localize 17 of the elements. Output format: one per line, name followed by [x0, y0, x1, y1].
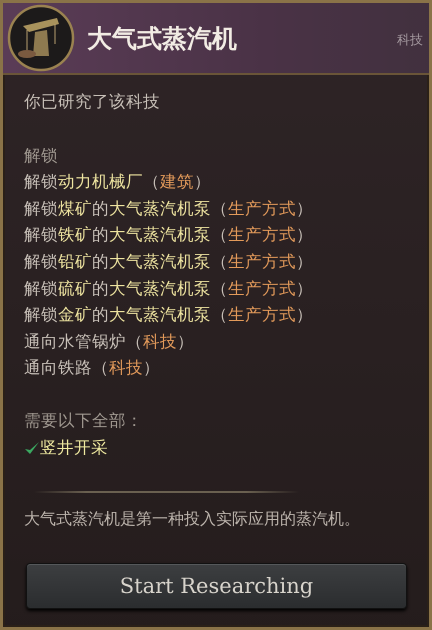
section-heading: 需要以下全部：: [24, 410, 144, 432]
unlock-line: 解锁硫矿的大气蒸汽机泵（生产方式）: [24, 278, 314, 300]
description-text: 大气式蒸汽机是第一种投入实际应用的蒸汽机。: [24, 508, 361, 530]
unlock-line: 通向水管锅炉（科技）: [24, 330, 195, 353]
unlock-line: 解锁铅矿的大气蒸汽机泵（生产方式）: [24, 250, 314, 273]
section-heading: 解锁: [24, 144, 59, 167]
unlock-line: 通向铁路（科技）: [24, 357, 161, 380]
unlock-line: 解锁动力机械厂（建筑）: [24, 171, 212, 194]
tooltip-title: 大气式蒸汽机: [87, 22, 238, 54]
category-label: 科技: [397, 32, 423, 49]
status-text: 你已研究了该科技: [24, 91, 161, 113]
steam-engine-emblem-icon: [7, 4, 75, 72]
unlock-line: 解锁煤矿的大气蒸汽机泵（生产方式）: [24, 198, 314, 220]
start-researching-button[interactable]: Start Researching: [26, 563, 407, 609]
unlock-line: 解锁铁矿的大气蒸汽机泵（生产方式）: [24, 224, 314, 246]
unlock-line: 解锁金矿的大气蒸汽机泵（生产方式）: [24, 304, 314, 326]
requirement-text: 竖井开采: [40, 436, 108, 459]
